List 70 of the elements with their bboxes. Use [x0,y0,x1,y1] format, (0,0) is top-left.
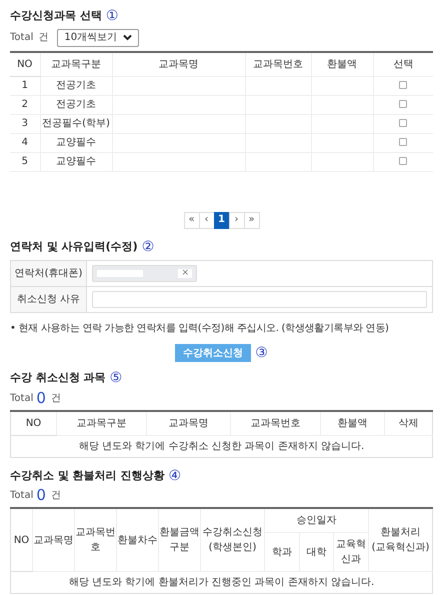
reason-field[interactable] [92,291,427,308]
table-cell: 전공기초 [56,80,96,91]
column-header: 선택 [393,58,414,70]
total-label: Total [10,31,34,45]
notice-text: • 현재 사용하는 연락 가능한 연락처를 입력(수정)해 주십시오. (학생생활기록부와 연동) [10,322,390,336]
column-header: 교육혁신과 [336,539,366,565]
section-title: 수강취소 및 환불처리 진행상황 [10,468,164,484]
step-number: ③ [255,346,268,360]
table-cell: 5 [22,156,28,167]
empty-message: 해당 년도와 학기에 환불처리가 진행중인 과목이 존재하지 않습니다. [68,577,374,588]
table-cell: 교양필수 [56,137,96,148]
table-cell: 3 [22,118,28,129]
checkbox[interactable] [399,119,408,128]
column-header: NO [14,534,30,546]
table-cell: 전공기초 [56,99,96,110]
clear-button[interactable]: × [178,269,192,278]
page-button[interactable]: › [228,212,244,228]
phone-field[interactable]: × [92,265,197,282]
column-header: 학과 [272,546,292,558]
field-label: 연락처(휴대폰) [11,261,87,286]
table-cell: 1 [22,80,28,91]
column-header: 교과목구분 [76,418,126,428]
count-unit: 건 [38,31,48,45]
section-title: 수강신청과목 선택 [10,8,102,24]
column-header: 교과목명 [168,418,208,428]
step-number: ① [106,9,118,24]
total-label: Total [10,489,34,503]
column-header: 환불금액구분 [160,527,200,553]
column-header: NO [26,418,42,428]
step-number: ④ [168,468,182,483]
chevron-down-icon [123,34,132,41]
step-number: ② [142,240,154,254]
column-header: 환불처리 (교육혁신과) [372,527,430,553]
total-count: 0 [36,390,46,406]
column-header: 환불차수 [118,534,158,546]
total-count: 0 [36,488,46,503]
page-size-select[interactable]: 10개씩보기 [57,28,140,46]
column-header: 교과목명 [34,534,74,546]
empty-message: 해당 년도와 학기에 수강취소 신청한 과목이 존재하지 않습니다. [78,440,364,452]
count-unit: 건 [50,489,61,503]
column-header: 교과목명 [158,58,198,70]
page-button[interactable]: » [244,212,260,228]
checkbox[interactable] [399,100,408,108]
table-cell: 전공필수(학부) [42,118,110,129]
column-header: 교과목구분 [51,58,101,70]
checkbox[interactable] [399,138,408,146]
step-number: ⑤ [110,371,122,386]
checkbox[interactable] [399,157,408,166]
column-header: 승인일자 [296,515,336,526]
section-title: 수강 취소신청 과목 [10,370,106,386]
table-cell: 2 [22,99,28,110]
page-button[interactable]: 1 [214,212,230,228]
column-header: 환불액 [338,418,368,428]
table-cell: 교양필수 [56,156,96,167]
column-header: 교과목번호 [76,527,116,553]
total-label: Total [10,392,34,406]
field-label: 취소신청 사유 [11,287,87,312]
column-header: 교과목번호 [250,418,300,428]
column-header: 수강취소신청 (학생본인) [202,527,262,553]
page-button[interactable]: ‹ [198,212,214,228]
column-header: 환불액 [327,58,357,70]
column-header: NO [17,58,32,70]
column-header: 교과목번호 [253,58,303,70]
page-button[interactable]: « [184,212,200,228]
table-cell: 4 [22,137,28,148]
column-header: 대학 [306,546,326,558]
count-unit: 건 [50,392,61,406]
column-header: 삭제 [398,418,418,428]
section-title: 연락처 및 사유입력(수정) [10,238,138,254]
checkbox[interactable] [399,81,408,90]
